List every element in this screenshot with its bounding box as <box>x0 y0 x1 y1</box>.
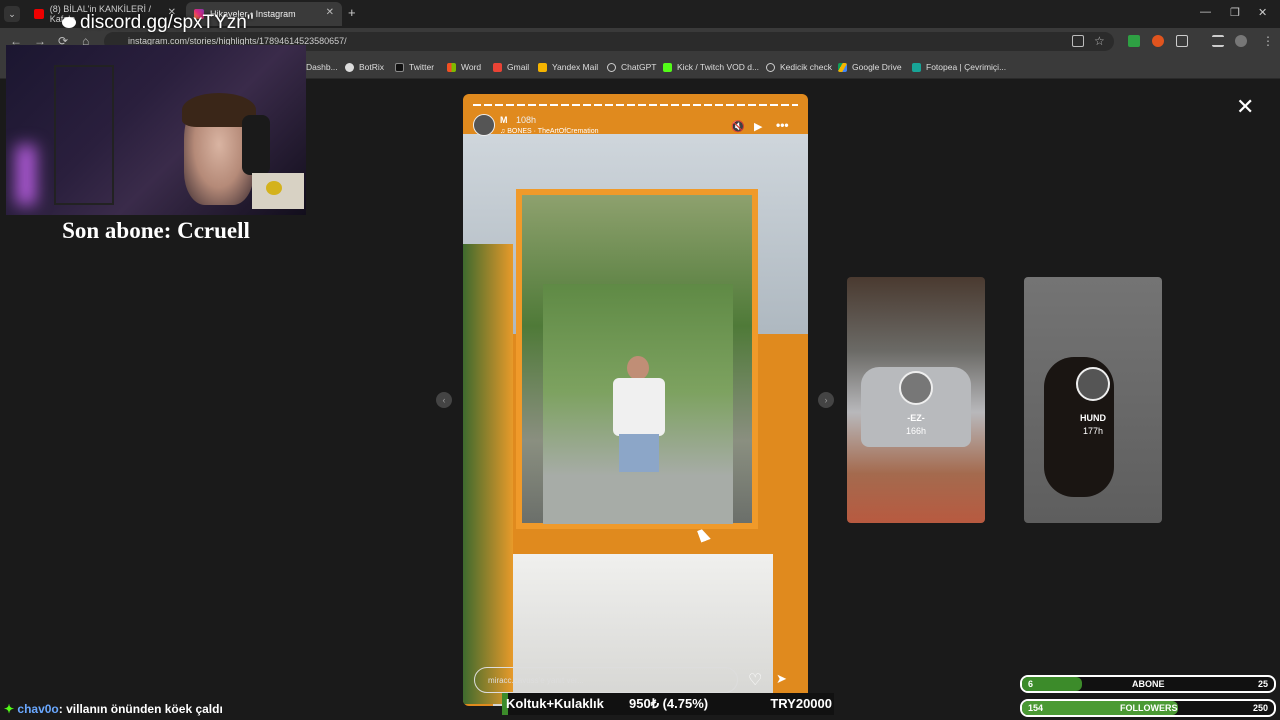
bookmark-fotopea[interactable]: Fotopea | Çevrimiçi... <box>912 62 1006 72</box>
kick-diamond-icon: ✦ <box>4 702 15 716</box>
abone-label: ABONE <box>1132 679 1165 689</box>
abone-target: 25 <box>1257 679 1268 689</box>
menu-icon[interactable]: ⋮ <box>1262 34 1274 48</box>
bookmark-chatgpt[interactable]: ChatGPT <box>607 62 656 72</box>
chat-message: ✦ chav0o: villanın önünden köek çaldı <box>4 702 223 716</box>
story-frame[interactable]: M 108h ♫ BONES · TheArtOfCremation 🔇 ▶ •… <box>463 94 808 706</box>
kedicik-icon <box>766 62 775 72</box>
chatgpt-icon <box>607 62 616 72</box>
bookmark-yandex-mail[interactable]: Yandex Mail <box>538 62 598 72</box>
followers-current: 154 <box>1028 703 1044 713</box>
mute-icon[interactable]: 🔇 <box>731 120 745 133</box>
kick-icon <box>663 62 672 72</box>
purple-light <box>16 145 36 205</box>
left-wall <box>463 244 513 704</box>
windows-icon <box>447 62 456 72</box>
followers-target: 250 <box>1252 703 1268 713</box>
media-icon[interactable] <box>1212 35 1224 47</box>
yandex-mail-icon <box>538 62 547 72</box>
story-age: 108h <box>516 115 537 125</box>
close-icon[interactable]: ✕ <box>326 7 334 18</box>
bird-icon <box>266 181 282 195</box>
bookmark-botrix[interactable]: BotRix <box>345 62 384 72</box>
followers-label: FOLLOWERS <box>1120 703 1178 713</box>
abone-goal-bar: 6 ABONE 25 <box>1020 675 1276 693</box>
webcam-overlay <box>6 45 306 215</box>
shield-extension-icon[interactable] <box>1128 35 1140 47</box>
goal-name: Koltuk+Kulaklık <box>506 696 604 711</box>
person-figure <box>609 356 669 501</box>
last-subscriber: Son abone: Ccruell <box>62 218 250 243</box>
story-avatar <box>1076 367 1110 401</box>
tab-list-dropdown[interactable]: ⌄ <box>4 6 20 22</box>
google-drive-icon <box>838 62 847 72</box>
new-tab-button[interactable]: + <box>348 5 356 20</box>
botrix-icon <box>345 62 354 72</box>
chat-text: : villanın önünden köek çaldı <box>58 702 223 716</box>
play-icon[interactable]: ▶ <box>754 120 762 133</box>
side-story-name: -EZ- <box>907 413 925 423</box>
story-avatar <box>899 371 933 405</box>
side-story-name: HUND <box>1080 413 1106 423</box>
gmail-icon <box>493 62 502 72</box>
shelf <box>54 65 114 205</box>
side-story-hund[interactable]: HUND 177h <box>1024 277 1162 523</box>
heart-icon[interactable]: ♡ <box>748 670 762 690</box>
followers-goal-bar: 154 FOLLOWERS 250 <box>1020 699 1276 717</box>
more-options-icon[interactable]: ••• <box>776 118 789 132</box>
reply-input[interactable]: miracc.cavuss'e yanıt ver... <box>474 667 738 693</box>
close-icon[interactable]: ✕ <box>1236 94 1254 120</box>
minimize-icon[interactable]: — <box>1200 6 1211 18</box>
extension-icon[interactable] <box>1152 35 1164 47</box>
bird-thumbnail <box>252 173 304 209</box>
progress-segments <box>473 104 798 106</box>
youtube-icon <box>34 9 44 19</box>
story-avatar[interactable] <box>473 114 495 136</box>
goal-value: 950₺ (4.75%) <box>629 696 709 711</box>
goal-target: TRY20000 <box>770 696 832 711</box>
next-story-icon[interactable]: › <box>818 392 834 408</box>
x-icon <box>395 62 404 72</box>
close-window-icon[interactable]: ✕ <box>1258 6 1267 19</box>
bookmark-twitter[interactable]: Twitter <box>395 62 434 72</box>
profile-avatar[interactable] <box>1235 35 1247 47</box>
chat-user: chav0o <box>17 702 59 716</box>
discord-link: discord.gg/spxTYzn" <box>62 12 254 34</box>
fotopea-icon <box>912 62 921 72</box>
bookmark-google-drive[interactable]: Google Drive <box>838 62 902 72</box>
bookmark-kedicik[interactable]: Kedicik check <box>766 62 832 72</box>
headphones <box>242 115 270 175</box>
abone-current: 6 <box>1028 679 1034 689</box>
bookmark-word[interactable]: Word <box>447 62 481 72</box>
install-icon[interactable] <box>1072 35 1084 47</box>
bookmark-gmail[interactable]: Gmail <box>493 62 529 72</box>
bookmark-dashboard[interactable]: Dashb... <box>306 62 338 72</box>
donation-goal: Koltuk+Kulaklık 950₺ (4.75%) TRY20000 <box>502 693 834 715</box>
prev-story-icon[interactable]: ‹ <box>436 392 452 408</box>
star-icon[interactable]: ☆ <box>1094 34 1105 48</box>
story-music[interactable]: ♫ BONES · TheArtOfCremation <box>500 128 599 135</box>
side-story-age: 177h <box>1082 426 1104 436</box>
bookmark-kick-twitch[interactable]: Kick / Twitch VOD d... <box>663 62 759 72</box>
restore-icon[interactable]: ❐ <box>1230 6 1240 19</box>
side-story-age: 166h <box>905 426 927 436</box>
puzzle-icon[interactable] <box>1176 35 1188 47</box>
send-icon[interactable]: ➤ <box>776 671 787 687</box>
side-story-ez[interactable]: -EZ- 166h <box>847 277 985 523</box>
chat-bubble-icon <box>62 17 76 29</box>
story-user[interactable]: M 108h <box>500 115 536 125</box>
